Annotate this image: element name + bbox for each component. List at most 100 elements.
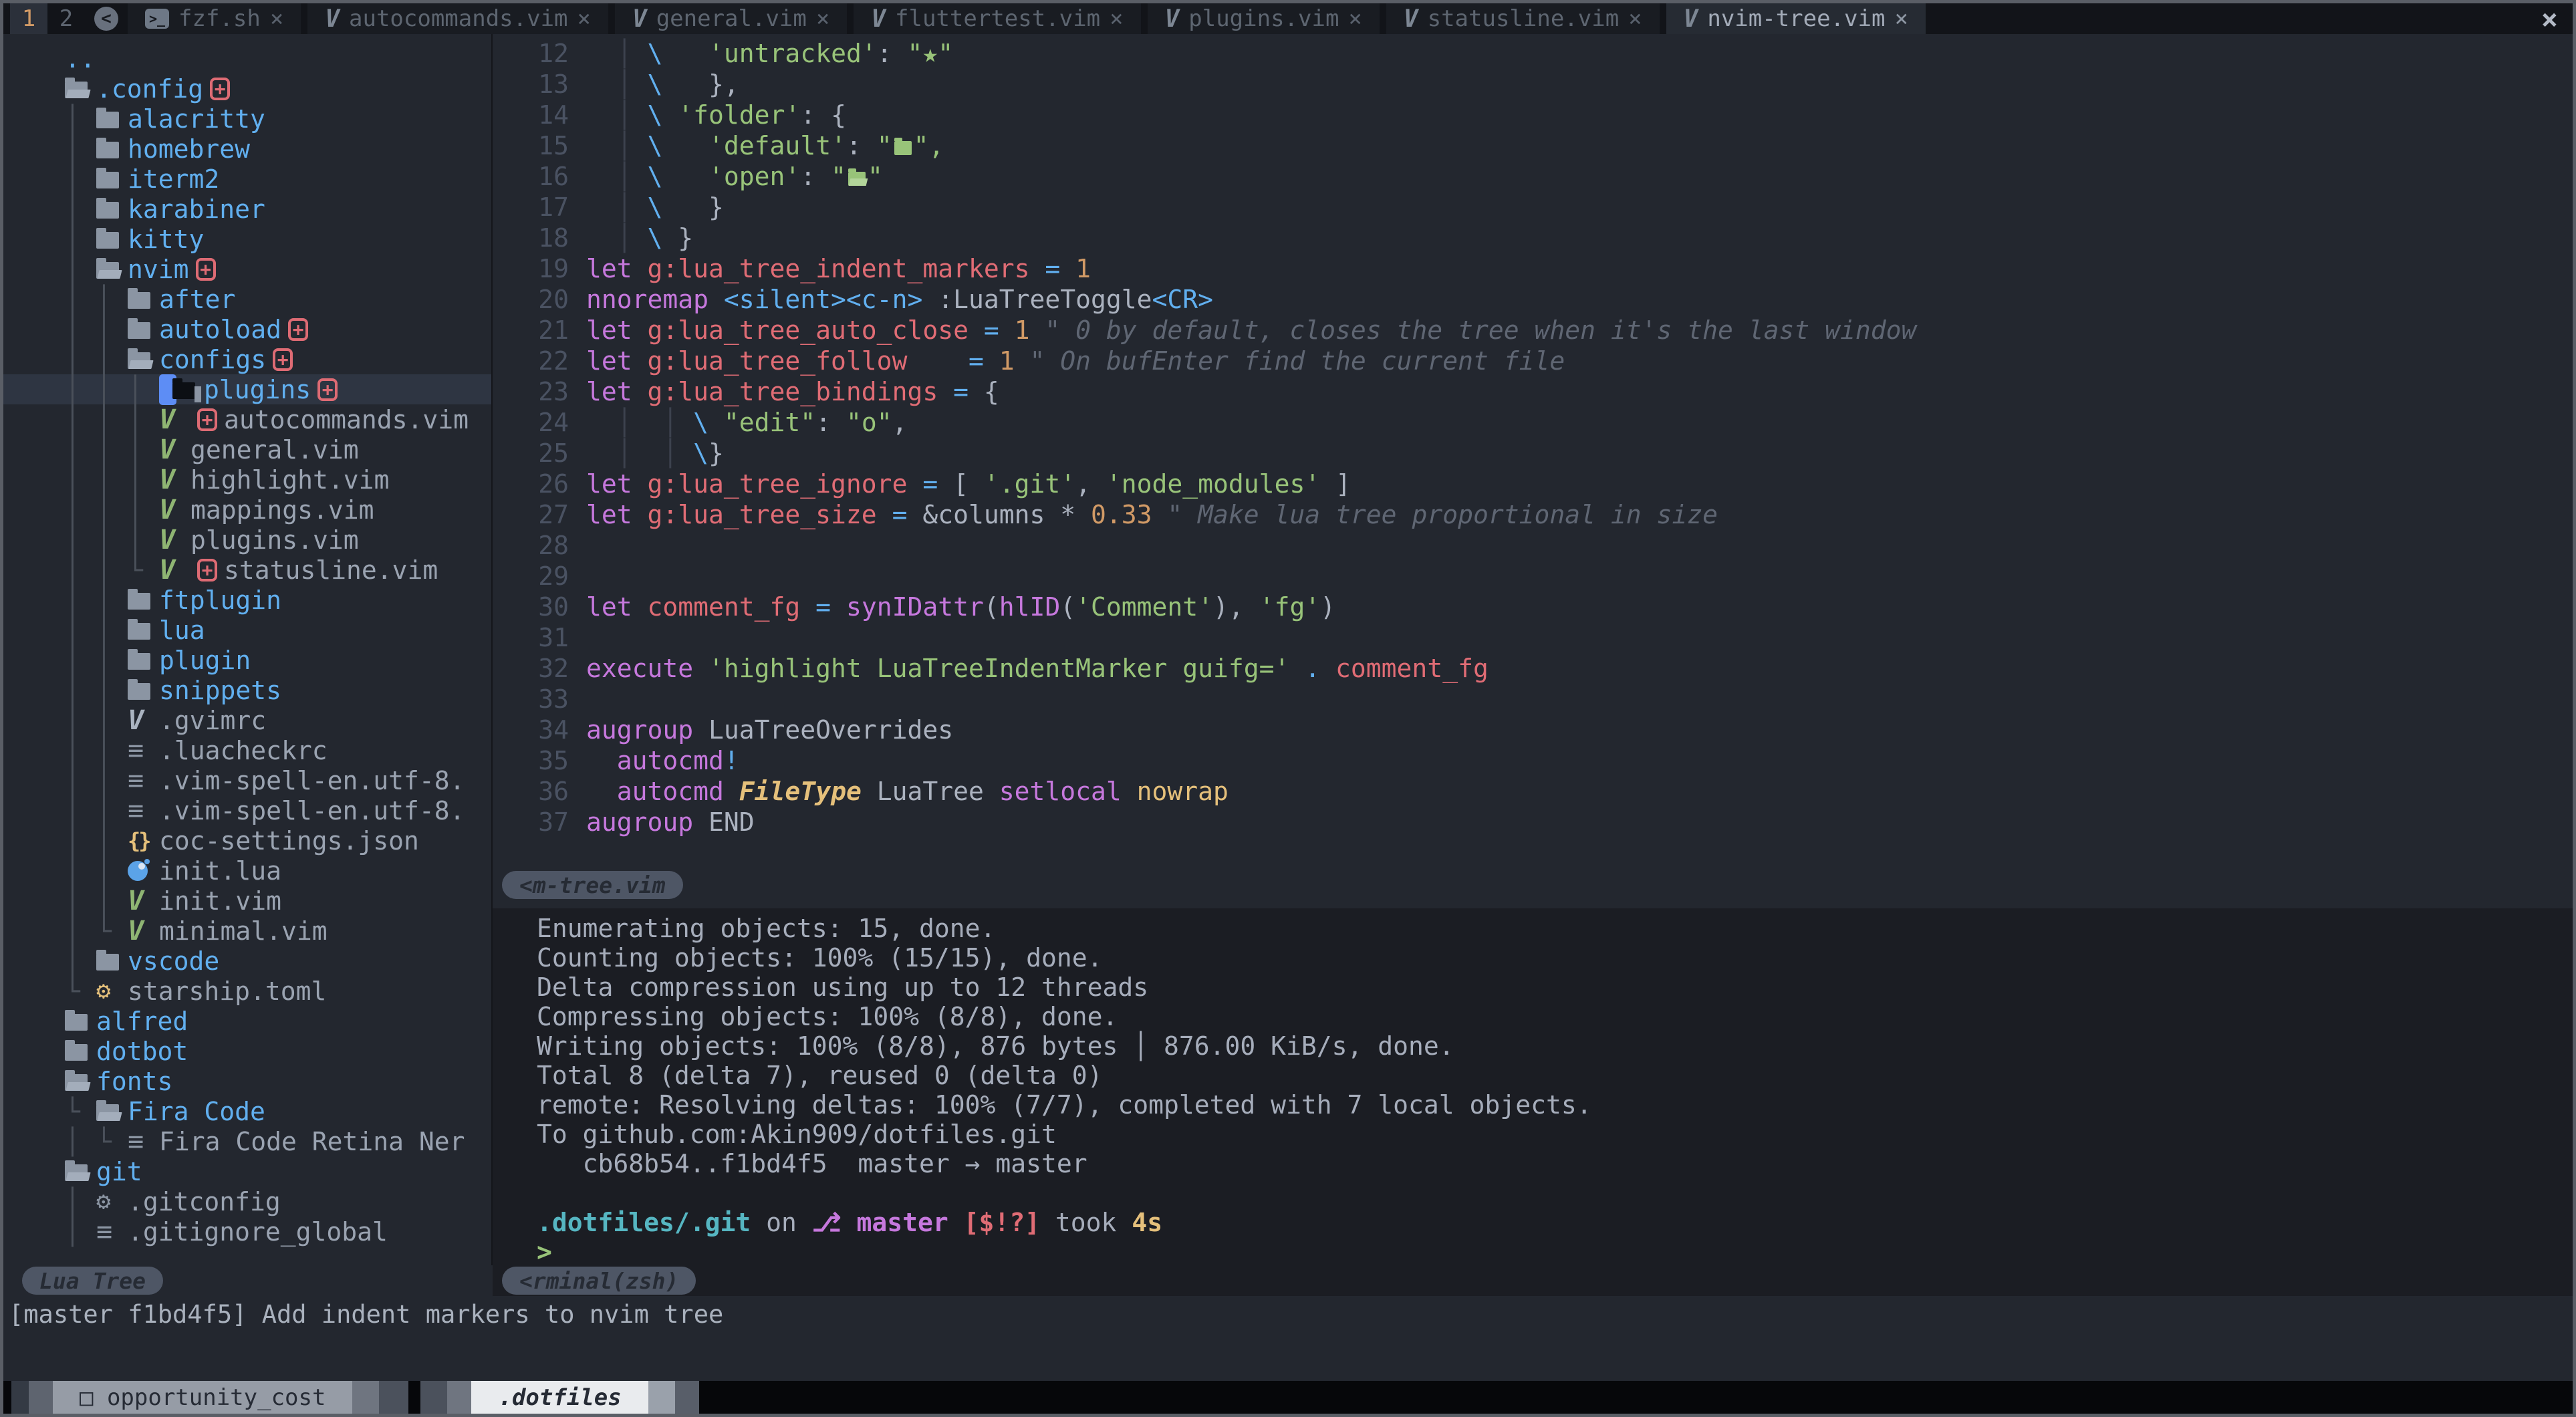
sidebar-item-alfred[interactable]: alfred [3, 1006, 491, 1036]
sidebar-item-gitignore-global[interactable]: │≡.gitignore_global [3, 1216, 491, 1247]
sidebar-item-dotbot[interactable]: dotbot [3, 1036, 491, 1066]
sidebar-item-homebrew[interactable]: │homebrew [3, 134, 491, 164]
sidebar-item-plugin[interactable]: ││plugin [3, 645, 491, 675]
sidebar-item-vim-spell-en-utf-8[interactable]: ││≡.vim-spell-en.utf-8. [3, 765, 491, 795]
sidebar-item-after[interactable]: ││after [3, 284, 491, 314]
tab-statusline-vim[interactable]: Vstatusline.vim× [1386, 3, 1660, 34]
sidebar-item-vscode[interactable]: │vscode [3, 946, 491, 976]
code-text: │ \ 'folder': { [586, 100, 846, 130]
tab-fzf-sh[interactable]: fzf.sh× [128, 3, 301, 34]
sidebar-item-karabiner[interactable]: │karabiner [3, 194, 491, 224]
sidebar-item-lua[interactable]: ││lua [3, 615, 491, 645]
item-label: .gvimrc [159, 706, 266, 735]
sidebar-item-plugins[interactable]: │││plugins+ [3, 374, 491, 404]
close-icon[interactable]: × [577, 5, 591, 32]
sidebar-item-vim-spell-en-utf-8[interactable]: ││≡.vim-spell-en.utf-8. [3, 795, 491, 825]
line-number: 35 [493, 745, 586, 776]
segment [447, 1381, 471, 1414]
sidebar-item-git[interactable]: git [3, 1156, 491, 1186]
tab-strip: fzf.sh×Vautocommands.vim×Vgeneral.vim×Vf… [128, 3, 1932, 34]
history-back-icon[interactable]: < [94, 7, 118, 31]
sidebar-item-starship-toml[interactable]: └⚙starship.toml [3, 976, 491, 1006]
sidebar-item-mappings-vim[interactable]: │││Vmappings.vim [3, 495, 491, 525]
sidebar-item-init-vim[interactable]: ││Vinit.vim [3, 886, 491, 916]
tabpage-2[interactable]: 2 [47, 3, 85, 34]
code-text: │ │ \ "edit": "o", [586, 407, 908, 438]
sidebar-item-plugins-vim[interactable]: │││Vplugins.vim [3, 525, 491, 555]
close-icon[interactable]: × [816, 5, 829, 32]
sidebar-item-gvimrc[interactable]: ││V.gvimrc [3, 705, 491, 735]
editor-line: 19let g:lua_tree_indent_markers = 1 [493, 253, 2573, 284]
sidebar-item-item[interactable]: .. [3, 43, 491, 74]
sidebar-item-gitconfig[interactable]: │⚙.gitconfig [3, 1186, 491, 1216]
sidebar-item-config[interactable]: .config+ [3, 74, 491, 104]
sidebar-item-iterm2[interactable]: │iterm2 [3, 164, 491, 194]
close-icon[interactable]: × [1110, 5, 1123, 32]
tmux-window-dotfiles[interactable]: .dotfiles [471, 1381, 648, 1414]
line-number: 32 [493, 653, 586, 684]
line-number: 26 [493, 469, 586, 499]
sidebar-item-autoload[interactable]: ││autoload+ [3, 314, 491, 344]
gear-icon: ⚙ [96, 976, 128, 1006]
sidebar-item-fira-code[interactable]: └Fira Code [3, 1096, 491, 1126]
close-all-icon[interactable]: × [2541, 3, 2573, 35]
sidebar-item-init-lua[interactable]: ││init.lua [3, 856, 491, 886]
sidebar-item-fonts[interactable]: fonts [3, 1066, 491, 1096]
git-dirty-badge: + [288, 318, 308, 341]
tmux-window-opportunity-cost[interactable]: □ opportunity_cost [53, 1381, 352, 1414]
editor-line: 37augroup END [493, 807, 2573, 838]
segment [11, 1381, 29, 1414]
close-icon[interactable]: × [1894, 5, 1908, 32]
git-dirty-badge: + [196, 258, 216, 281]
sidebar-item-statusline-vim[interactable]: ││└V+statusline.vim [3, 555, 491, 585]
code-text: let g:lua_tree_size = &columns * 0.33 " … [586, 499, 1718, 530]
sidebar-item-general-vim[interactable]: │││Vgeneral.vim [3, 434, 491, 465]
editor-buffer[interactable]: 12 │ \ 'untracked': "★"13 │ \ },14 │ \ '… [493, 34, 2573, 871]
folder-open-icon [65, 1156, 96, 1186]
sidebar-item-alacritty[interactable]: │alacritty [3, 104, 491, 134]
indent-guide: │ [96, 525, 128, 555]
tabpage-1[interactable]: 1 [10, 3, 47, 34]
indent-guide: │ [96, 856, 128, 886]
terminal-output[interactable]: Enumerating objects: 15, done.Counting o… [493, 908, 2573, 1265]
editor-statusline: <m-tree.vim [493, 871, 2573, 908]
line-number: 17 [493, 192, 586, 223]
code-text: │ \ } [586, 192, 724, 223]
file-tree-sidebar[interactable]: ...config+│alacritty│homebrew│iterm2│kar… [3, 34, 493, 1265]
editor-line: 16 │ \ 'open': "" [493, 161, 2573, 192]
vim-icon: V [1684, 5, 1698, 33]
sidebar-item-highlight-vim[interactable]: │││Vhighlight.vim [3, 465, 491, 495]
sidebar-item-nvim[interactable]: │nvim+ [3, 254, 491, 284]
indent-guide: │ [65, 495, 96, 525]
sidebar-item-autocommands-vim[interactable]: │││V+autocommands.vim [3, 404, 491, 434]
vim-icon: V [159, 404, 190, 434]
tab-fluttertest-vim[interactable]: Vfluttertest.vim× [854, 3, 1140, 34]
indent-guide: │ [96, 315, 128, 344]
sidebar-item-kitty[interactable]: │kitty [3, 224, 491, 254]
sidebar-item-minimal-vim[interactable]: │└Vminimal.vim [3, 916, 491, 946]
close-icon[interactable]: × [1628, 5, 1642, 32]
sidebar-item-coc-settings-json[interactable]: ││{}coc-settings.json [3, 825, 491, 856]
line-number: 27 [493, 499, 586, 530]
sidebar-item-fira-code-retina-ner[interactable]: │└≡Fira Code Retina Ner [3, 1126, 491, 1156]
editor-line: 15 │ \ 'default': "", [493, 130, 2573, 161]
sidebar-item-ftplugin[interactable]: ││ftplugin [3, 585, 491, 615]
code-text: augroup LuaTreeOverrides [586, 715, 953, 745]
sidebar-item-snippets[interactable]: ││snippets [3, 675, 491, 705]
indent-guide: │ [65, 646, 96, 675]
item-label: snippets [159, 676, 281, 705]
tab-label: autocommands.vim [349, 5, 568, 32]
indent-guide: │ [96, 886, 128, 916]
tab-plugins-vim[interactable]: Vplugins.vim× [1148, 3, 1380, 34]
sidebar-item-luacheckrc[interactable]: ││≡.luacheckrc [3, 735, 491, 765]
tab-general-vim[interactable]: Vgeneral.vim× [615, 3, 847, 34]
close-icon[interactable]: × [270, 5, 283, 32]
terminal-line: Total 8 (delta 7), reused 0 (delta 0) [537, 1061, 2573, 1090]
close-icon[interactable]: × [1348, 5, 1362, 32]
vim-icon: V [1165, 5, 1180, 33]
tab-label: general.vim [656, 5, 807, 32]
tab-autocommands-vim[interactable]: Vautocommands.vim× [307, 3, 608, 34]
sidebar-item-configs[interactable]: ││configs+ [3, 344, 491, 374]
vim-icon: V [128, 705, 159, 735]
tab-nvim-tree-vim[interactable]: Vnvim-tree.vim× [1666, 3, 1926, 34]
